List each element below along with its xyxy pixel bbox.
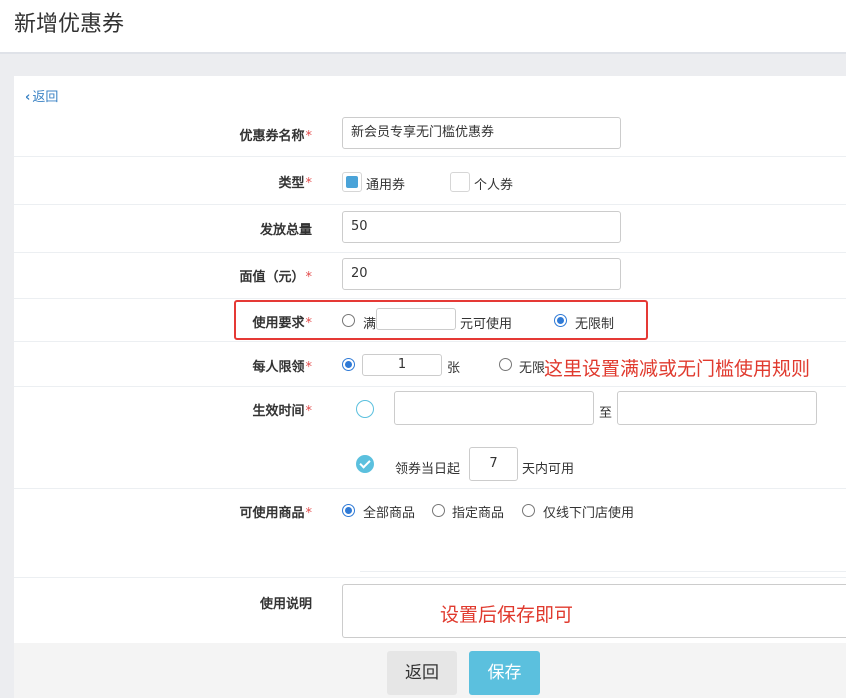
type-general-checkbox[interactable] [342, 172, 362, 192]
effective-time-label: 生效时间* [252, 404, 312, 419]
per-person-unlimited-radio[interactable] [499, 358, 512, 371]
goods-all-radio[interactable] [342, 504, 355, 517]
form-footer: 返回 保存 [14, 643, 846, 698]
effective-end-date-input[interactable] [617, 391, 817, 425]
page-title: 新增优惠券 [14, 12, 125, 37]
goods-divider [360, 571, 846, 572]
type-general-label: 通用券 [366, 178, 406, 193]
goods-specific-radio[interactable] [432, 504, 445, 517]
goods-offline-radio[interactable] [522, 504, 535, 517]
back-link-label: 返回 [32, 90, 59, 105]
rule-annotation: 这里设置满减或无门槛使用规则 [544, 358, 811, 380]
row-total-quantity: 发放总量 50 [14, 204, 846, 253]
applicable-goods-label: 可使用商品* [239, 506, 312, 521]
goods-all-label: 全部商品 [363, 506, 416, 521]
row-description: 使用说明 [14, 577, 846, 643]
coupon-form-panel: ‹ 返回 优惠券名称* 新会员专享无门槛优惠券 类型* 通用券 个人券 发放总量 … [14, 76, 846, 698]
save-annotation: 设置后保存即可 [440, 604, 574, 626]
total-quantity-label: 发放总量 [259, 223, 312, 238]
back-button[interactable]: 返回 [387, 651, 457, 695]
save-button[interactable]: 保存 [469, 651, 540, 695]
coupon-name-label: 优惠券名称* [239, 129, 312, 144]
coupon-type-label: 类型* [278, 176, 312, 191]
effective-relative-days-input[interactable]: 7 [469, 447, 518, 481]
effective-relative-prefix: 领券当日起 [395, 462, 461, 477]
back-link[interactable]: ‹ 返回 [25, 86, 58, 105]
chevron-left-icon: ‹ [25, 90, 31, 105]
face-value-input[interactable]: 20 [342, 258, 621, 290]
page-header: 新增优惠券 [0, 0, 846, 54]
effective-start-date-input[interactable] [394, 391, 594, 425]
effective-date-range-radio[interactable] [356, 400, 374, 418]
effective-to-label: 至 [599, 406, 613, 421]
row-applicable-goods: 可使用商品* 全部商品 指定商品 仅线下门店使用 [14, 488, 846, 578]
per-person-limit-label: 每人限领* [252, 360, 312, 375]
goods-specific-label: 指定商品 [452, 506, 505, 521]
row-coupon-type: 类型* 通用券 个人券 [14, 156, 846, 205]
description-label: 使用说明 [259, 597, 312, 612]
per-person-limit-input[interactable]: 1 [362, 354, 442, 376]
per-person-limited-radio[interactable] [342, 358, 355, 371]
per-person-unlimited-label: 无限 [519, 361, 546, 376]
description-textarea[interactable] [342, 584, 846, 638]
row-effective-time: 生效时间* 至 领券当日起 7 天内可用 [14, 386, 846, 489]
row-coupon-name: 优惠券名称* 新会员专享无门槛优惠券 [14, 111, 846, 157]
row-face-value: 面值（元）* 20 [14, 252, 846, 299]
type-personal-checkbox[interactable] [450, 172, 470, 192]
per-person-unit: 张 [447, 361, 461, 376]
face-value-label: 面值（元）* [239, 270, 312, 285]
requirement-highlight-box [234, 300, 648, 340]
coupon-name-input[interactable]: 新会员专享无门槛优惠券 [342, 117, 621, 149]
effective-relative-days-radio[interactable] [356, 455, 374, 473]
effective-relative-suffix: 天内可用 [522, 462, 575, 477]
goods-offline-label: 仅线下门店使用 [543, 506, 635, 521]
total-quantity-input[interactable]: 50 [342, 211, 621, 243]
type-personal-label: 个人券 [474, 178, 514, 193]
